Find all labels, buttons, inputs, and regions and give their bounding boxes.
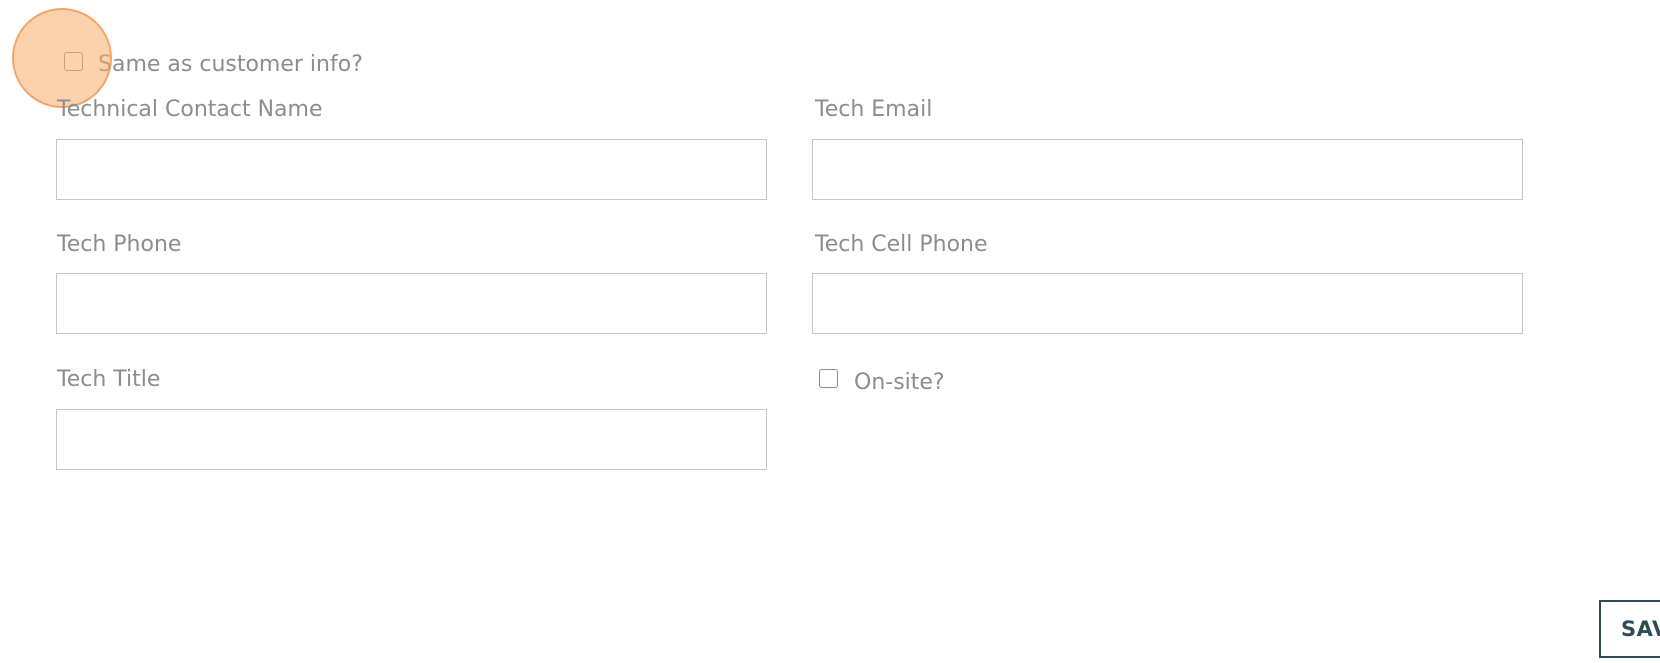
same-as-customer-checkbox[interactable] <box>64 52 83 71</box>
save-button-label: SAVE <box>1621 617 1660 641</box>
tech-phone-input[interactable] <box>56 273 767 334</box>
click-indicator <box>12 8 112 108</box>
tech-email-input[interactable] <box>812 139 1523 200</box>
tech-email-label: Tech Email <box>815 97 933 122</box>
on-site-checkbox[interactable] <box>819 369 838 388</box>
technical-contact-name-input[interactable] <box>56 139 767 200</box>
tech-title-label: Tech Title <box>57 367 161 392</box>
technical-contact-name-label: Technical Contact Name <box>57 97 323 122</box>
tech-phone-label: Tech Phone <box>57 232 182 257</box>
save-button[interactable]: SAVE <box>1599 600 1660 658</box>
tech-cell-phone-input[interactable] <box>812 273 1523 334</box>
tech-cell-phone-label: Tech Cell Phone <box>815 232 988 257</box>
same-as-customer-label: Same as customer info? <box>98 52 363 77</box>
on-site-label: On-site? <box>854 370 945 395</box>
tech-title-input[interactable] <box>56 409 767 470</box>
